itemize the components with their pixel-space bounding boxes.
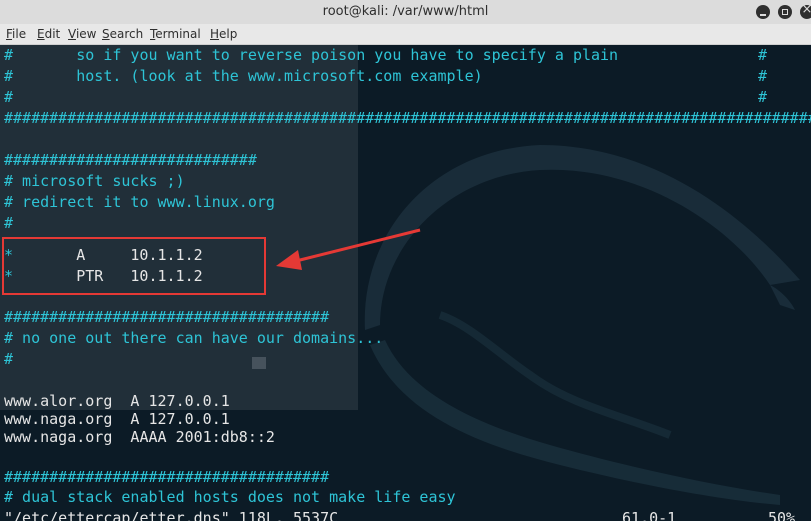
close-button[interactable] <box>800 2 811 19</box>
terminal-window: root@kali: /var/www/html File Edit View … <box>0 0 811 521</box>
maximize-button[interactable] <box>778 5 792 19</box>
status-percent: 50% <box>768 509 796 521</box>
kali-dragon-logo-icon <box>364 145 800 505</box>
code-line-9: # <box>4 214 14 232</box>
code-line-6: ############################ <box>4 151 257 169</box>
code-line-16: # <box>4 350 14 368</box>
status-file-info: "/etc/ettercap/etter.dns" 118L, 5537C <box>4 509 339 521</box>
code-line-2: # host. (look at the www.microsoft.com e… <box>4 67 483 85</box>
code-line-1: # so if you want to reverse poison you h… <box>4 46 619 64</box>
minimize-button[interactable] <box>756 5 770 19</box>
terminal-content[interactable]: # so if you want to reverse poison you h… <box>0 45 811 521</box>
menu-help[interactable]: Help <box>210 27 237 41</box>
window-title: root@kali: /var/www/html <box>322 4 489 19</box>
code-line-15: # no one out there can have our domains.… <box>4 329 384 347</box>
overlay-cursor <box>252 357 266 369</box>
code-line-14: #################################### <box>4 308 330 326</box>
annotation-highlight-box <box>2 237 266 295</box>
menu-bar: File Edit View Search Terminal Help <box>0 24 811 45</box>
code-line-3-hash: # <box>758 88 768 106</box>
code-line-2-hash: # <box>758 67 768 85</box>
menu-terminal[interactable]: Terminal <box>150 27 201 41</box>
status-cursor-position: 61,0-1 <box>622 509 677 521</box>
title-bar: root@kali: /var/www/html <box>0 0 811 25</box>
menu-file[interactable]: File <box>6 27 26 41</box>
code-line-22: #################################### <box>4 468 330 486</box>
code-line-20: www.naga.org AAAA 2001:db8::2 <box>4 428 275 446</box>
menu-edit[interactable]: Edit <box>37 27 60 41</box>
code-line-8: # redirect it to www.linux.org <box>4 193 275 211</box>
menu-view[interactable]: View <box>68 27 96 41</box>
code-line-7: # microsoft sucks ;) <box>4 172 185 190</box>
vim-status-line: "/etc/ettercap/etter.dns" 118L, 5537C 61… <box>0 508 811 521</box>
code-line-4: ########################################… <box>4 109 811 127</box>
annotation-arrow-icon <box>276 228 421 270</box>
menu-search[interactable]: Search <box>102 27 143 41</box>
code-line-1-hash: # <box>758 46 768 64</box>
code-line-23: # dual stack enabled hosts does not make… <box>4 488 456 506</box>
code-line-3: # <box>4 88 14 106</box>
